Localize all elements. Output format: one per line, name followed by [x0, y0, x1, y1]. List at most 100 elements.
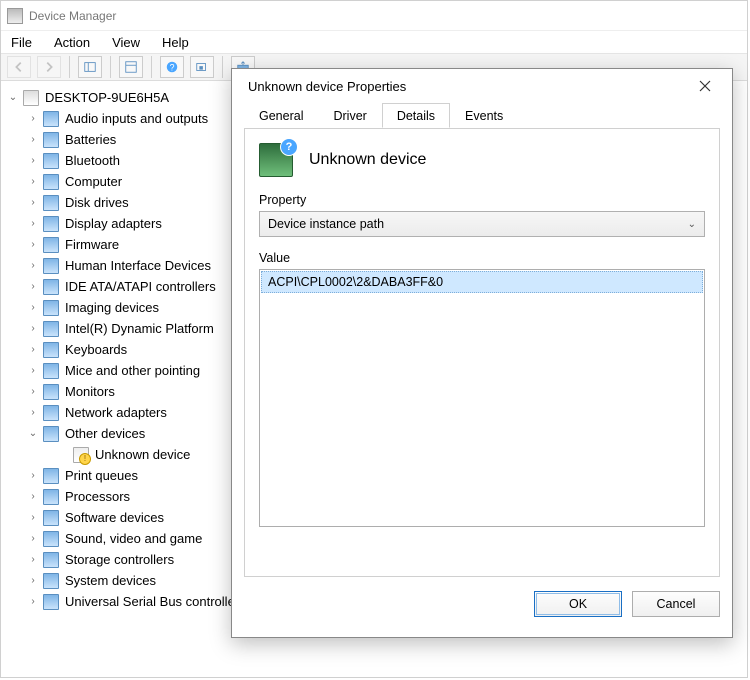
category-label: Imaging devices — [65, 300, 159, 315]
device-icon — [259, 143, 293, 177]
category-label: Processors — [65, 489, 130, 504]
chevron-right-icon[interactable]: › — [27, 239, 39, 251]
category-label: Print queues — [65, 468, 138, 483]
dialog-body: General Driver Details Events Unknown de… — [232, 103, 732, 577]
back-button — [7, 56, 31, 78]
toolbar-separator — [151, 56, 152, 78]
category-icon — [43, 258, 59, 274]
tab-events[interactable]: Events — [450, 103, 518, 128]
chevron-right-icon[interactable]: › — [27, 155, 39, 167]
dialog-titlebar[interactable]: Unknown device Properties — [232, 69, 732, 103]
property-label: Property — [259, 193, 705, 207]
chevron-right-icon[interactable]: › — [27, 533, 39, 545]
chevron-right-icon[interactable]: › — [27, 470, 39, 482]
category-label: Mice and other pointing — [65, 363, 200, 378]
help-button[interactable]: ? — [160, 56, 184, 78]
toolbar-separator — [110, 56, 111, 78]
category-icon — [43, 489, 59, 505]
category-icon — [43, 342, 59, 358]
value-listbox[interactable]: ACPI\CPL0002\2&DABA3FF&0 — [259, 269, 705, 527]
chevron-right-icon[interactable]: › — [27, 365, 39, 377]
category-label: Universal Serial Bus controllers — [65, 594, 246, 609]
forward-button — [37, 56, 61, 78]
titlebar: Device Manager — [1, 1, 747, 31]
property-selected: Device instance path — [268, 217, 384, 231]
close-button[interactable] — [690, 74, 720, 98]
category-icon — [43, 111, 59, 127]
chevron-right-icon[interactable]: › — [27, 344, 39, 356]
category-icon — [43, 426, 59, 442]
root-label: DESKTOP-9UE6H5A — [45, 90, 169, 105]
chevron-right-icon[interactable]: › — [27, 407, 39, 419]
category-icon — [43, 363, 59, 379]
scan-hardware-button[interactable] — [190, 56, 214, 78]
chevron-right-icon[interactable]: › — [27, 491, 39, 503]
chevron-right-icon[interactable]: › — [27, 323, 39, 335]
device-label: Unknown device — [95, 447, 190, 462]
category-label: Firmware — [65, 237, 119, 252]
category-icon — [43, 573, 59, 589]
chevron-right-icon[interactable]: › — [27, 386, 39, 398]
category-label: Batteries — [65, 132, 116, 147]
category-icon — [43, 216, 59, 232]
menu-help[interactable]: Help — [162, 35, 189, 50]
category-label: Disk drives — [65, 195, 129, 210]
toolbar-separator — [222, 56, 223, 78]
chevron-right-icon[interactable]: › — [27, 134, 39, 146]
show-hide-tree-button[interactable] — [78, 56, 102, 78]
category-label: Software devices — [65, 510, 164, 525]
chevron-right-icon[interactable]: › — [27, 512, 39, 524]
category-label: Display adapters — [65, 216, 162, 231]
category-label: Audio inputs and outputs — [65, 111, 208, 126]
chevron-right-icon[interactable]: › — [27, 281, 39, 293]
chevron-right-icon[interactable]: › — [27, 218, 39, 230]
category-icon — [43, 237, 59, 253]
category-icon — [43, 279, 59, 295]
toolbar-separator — [69, 56, 70, 78]
category-icon — [43, 510, 59, 526]
window-title: Device Manager — [29, 9, 116, 23]
svg-text:?: ? — [170, 63, 175, 73]
chevron-down-icon: ⌄ — [688, 219, 696, 230]
warning-device-icon — [73, 447, 89, 463]
dialog-title: Unknown device Properties — [248, 79, 406, 94]
properties-button[interactable] — [119, 56, 143, 78]
computer-icon — [23, 90, 39, 106]
menu-file[interactable]: File — [11, 35, 32, 50]
chevron-right-icon[interactable]: › — [27, 197, 39, 209]
category-label: Sound, video and game — [65, 531, 202, 546]
category-icon — [43, 552, 59, 568]
tab-driver[interactable]: Driver — [318, 103, 381, 128]
menu-view[interactable]: View — [112, 35, 140, 50]
chevron-right-icon[interactable]: › — [27, 596, 39, 608]
category-icon — [43, 405, 59, 421]
chevron-right-icon[interactable]: › — [27, 554, 39, 566]
value-item[interactable]: ACPI\CPL0002\2&DABA3FF&0 — [261, 271, 703, 293]
ok-button[interactable]: OK — [534, 591, 622, 617]
chevron-down-icon[interactable]: ⌄ — [7, 92, 19, 104]
property-dropdown[interactable]: Device instance path ⌄ — [259, 211, 705, 237]
chevron-right-icon[interactable]: › — [27, 176, 39, 188]
category-icon — [43, 384, 59, 400]
category-label: Computer — [65, 174, 122, 189]
menu-action[interactable]: Action — [54, 35, 90, 50]
tab-strip: General Driver Details Events — [244, 103, 720, 129]
chevron-right-icon[interactable]: › — [27, 260, 39, 272]
category-label: Monitors — [65, 384, 115, 399]
category-label: Intel(R) Dynamic Platform — [65, 321, 214, 336]
chevron-down-icon[interactable]: ⌄ — [27, 428, 39, 440]
cancel-button[interactable]: Cancel — [632, 591, 720, 617]
category-icon — [43, 594, 59, 610]
category-icon — [43, 132, 59, 148]
category-icon — [43, 174, 59, 190]
chevron-right-icon[interactable]: › — [27, 113, 39, 125]
menubar: File Action View Help — [1, 31, 747, 53]
app-icon — [7, 8, 23, 24]
category-icon — [43, 195, 59, 211]
chevron-right-icon[interactable]: › — [27, 302, 39, 314]
tab-general[interactable]: General — [244, 103, 318, 128]
device-name: Unknown device — [309, 151, 426, 169]
tab-details[interactable]: Details — [382, 103, 450, 128]
category-label: Storage controllers — [65, 552, 174, 567]
chevron-right-icon[interactable]: › — [27, 575, 39, 587]
